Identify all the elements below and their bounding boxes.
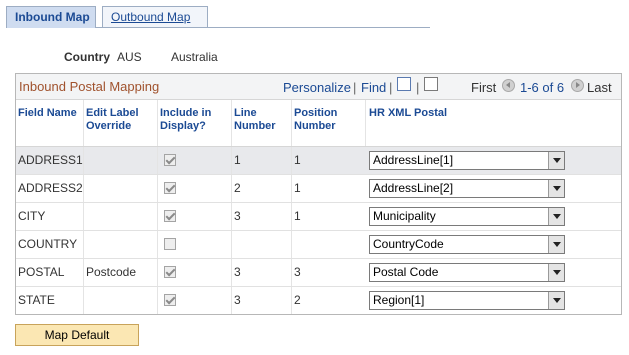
download-spreadsheet-icon[interactable] — [424, 77, 438, 91]
include-cell — [157, 231, 231, 258]
line-number-cell — [231, 231, 291, 258]
map-default-button[interactable]: Map Default — [15, 324, 139, 346]
table-row[interactable]: STATE 3 2 Region[1] — [16, 287, 621, 315]
select-value: Postal Code — [373, 265, 439, 279]
chevron-down-icon[interactable] — [548, 208, 564, 225]
hr-xml-postal-select[interactable]: Municipality — [369, 207, 565, 226]
col-header-line-number: Line Number — [231, 100, 291, 147]
country-code: AUS — [117, 50, 142, 64]
line-number-cell: 3 — [231, 203, 291, 230]
separator: | — [416, 80, 420, 95]
hr-xml-postal-select[interactable]: Region[1] — [369, 291, 565, 310]
line-number-cell: 1 — [231, 147, 291, 174]
tab-bar: Inbound Map Outbound Map — [6, 6, 430, 28]
country-name: Australia — [171, 50, 218, 64]
separator: | — [389, 80, 393, 95]
field-name-cell: ADDRESS2 — [18, 181, 83, 195]
table-row[interactable]: POSTAL Postcode 3 3 Postal Code — [16, 259, 621, 287]
position-number-cell: 3 — [291, 259, 365, 286]
tab-inbound-map[interactable]: Inbound Map — [6, 6, 96, 28]
line-number-cell: 3 — [231, 287, 291, 314]
grid-header-bar: Inbound Postal Mapping Personalize | Fin… — [16, 74, 621, 100]
position-number-cell: 1 — [291, 203, 365, 230]
include-in-display-checkbox[interactable] — [164, 238, 176, 250]
include-cell — [157, 147, 231, 174]
hr-xml-postal-select[interactable]: AddressLine[1] — [369, 151, 565, 170]
position-number-cell — [291, 231, 365, 258]
include-in-display-checkbox[interactable] — [164, 294, 176, 306]
last-label: Last — [587, 80, 612, 95]
field-name-cell: COUNTRY — [18, 237, 78, 251]
col-header-hr-xml-postal: HR XML Postal — [365, 100, 621, 147]
select-value: Municipality — [373, 209, 436, 223]
col-header-include-in-display: Include in Display? — [157, 100, 231, 147]
edit-label-override-cell[interactable] — [83, 175, 157, 202]
view-all-icon[interactable] — [397, 77, 411, 91]
chevron-down-icon[interactable] — [548, 292, 564, 309]
edit-label-override-cell[interactable] — [83, 147, 157, 174]
include-cell — [157, 203, 231, 230]
chevron-down-icon[interactable] — [548, 264, 564, 281]
include-cell — [157, 175, 231, 202]
select-value: Region[1] — [373, 293, 425, 307]
field-name-cell: ADDRESS1 — [18, 153, 83, 167]
chevron-down-icon[interactable] — [548, 152, 564, 169]
select-value: AddressLine[2] — [373, 181, 454, 195]
find-link[interactable]: Find — [361, 80, 386, 95]
include-cell — [157, 259, 231, 286]
field-name-cell: POSTAL — [18, 265, 65, 279]
field-name-cell: CITY — [18, 209, 46, 223]
inbound-postal-mapping-grid: Inbound Postal Mapping Personalize | Fin… — [15, 73, 622, 315]
chevron-down-icon[interactable] — [548, 180, 564, 197]
include-cell — [157, 287, 231, 314]
edit-label-override-cell[interactable] — [83, 287, 157, 314]
col-header-position-number: Position Number — [291, 100, 365, 147]
hr-xml-postal-select[interactable]: AddressLine[2] — [369, 179, 565, 198]
country-label: Country — [64, 50, 110, 64]
row-range: 1-6 of 6 — [520, 80, 565, 95]
grid-title: Inbound Postal Mapping — [19, 79, 160, 94]
separator: | — [353, 80, 357, 95]
position-number-cell: 2 — [291, 287, 365, 314]
select-value: CountryCode — [373, 237, 444, 251]
edit-label-override-cell[interactable]: Postcode — [83, 259, 157, 286]
table-row[interactable]: COUNTRY CountryCode — [16, 231, 621, 259]
hr-xml-postal-select[interactable]: Postal Code — [369, 263, 565, 282]
include-in-display-checkbox[interactable] — [164, 210, 176, 222]
table-row[interactable]: ADDRESS1 1 1 AddressLine[1] — [16, 147, 621, 175]
hr-xml-postal-select[interactable]: CountryCode — [369, 235, 565, 254]
next-arrow-icon[interactable] — [571, 79, 584, 92]
previous-arrow-icon[interactable] — [502, 79, 515, 92]
table-row[interactable]: ADDRESS2 2 1 AddressLine[2] — [16, 175, 621, 203]
col-header-field-name: Field Name — [18, 107, 77, 119]
position-number-cell: 1 — [291, 147, 365, 174]
line-number-cell: 3 — [231, 259, 291, 286]
col-header-edit-label-override: Edit Label Override — [83, 100, 157, 147]
personalize-link[interactable]: Personalize — [283, 80, 351, 95]
tab-outbound-map[interactable]: Outbound Map — [102, 6, 208, 27]
include-in-display-checkbox[interactable] — [164, 182, 176, 194]
field-name-cell: STATE — [18, 293, 55, 307]
include-in-display-checkbox[interactable] — [164, 154, 176, 166]
first-label: First — [471, 80, 497, 95]
line-number-cell: 2 — [231, 175, 291, 202]
include-in-display-checkbox[interactable] — [164, 266, 176, 278]
edit-label-override-cell[interactable] — [83, 203, 157, 230]
chevron-down-icon[interactable] — [548, 236, 564, 253]
position-number-cell: 1 — [291, 175, 365, 202]
table-row[interactable]: CITY 3 1 Municipality — [16, 203, 621, 231]
select-value: AddressLine[1] — [373, 153, 454, 167]
edit-label-override-cell[interactable] — [83, 231, 157, 258]
